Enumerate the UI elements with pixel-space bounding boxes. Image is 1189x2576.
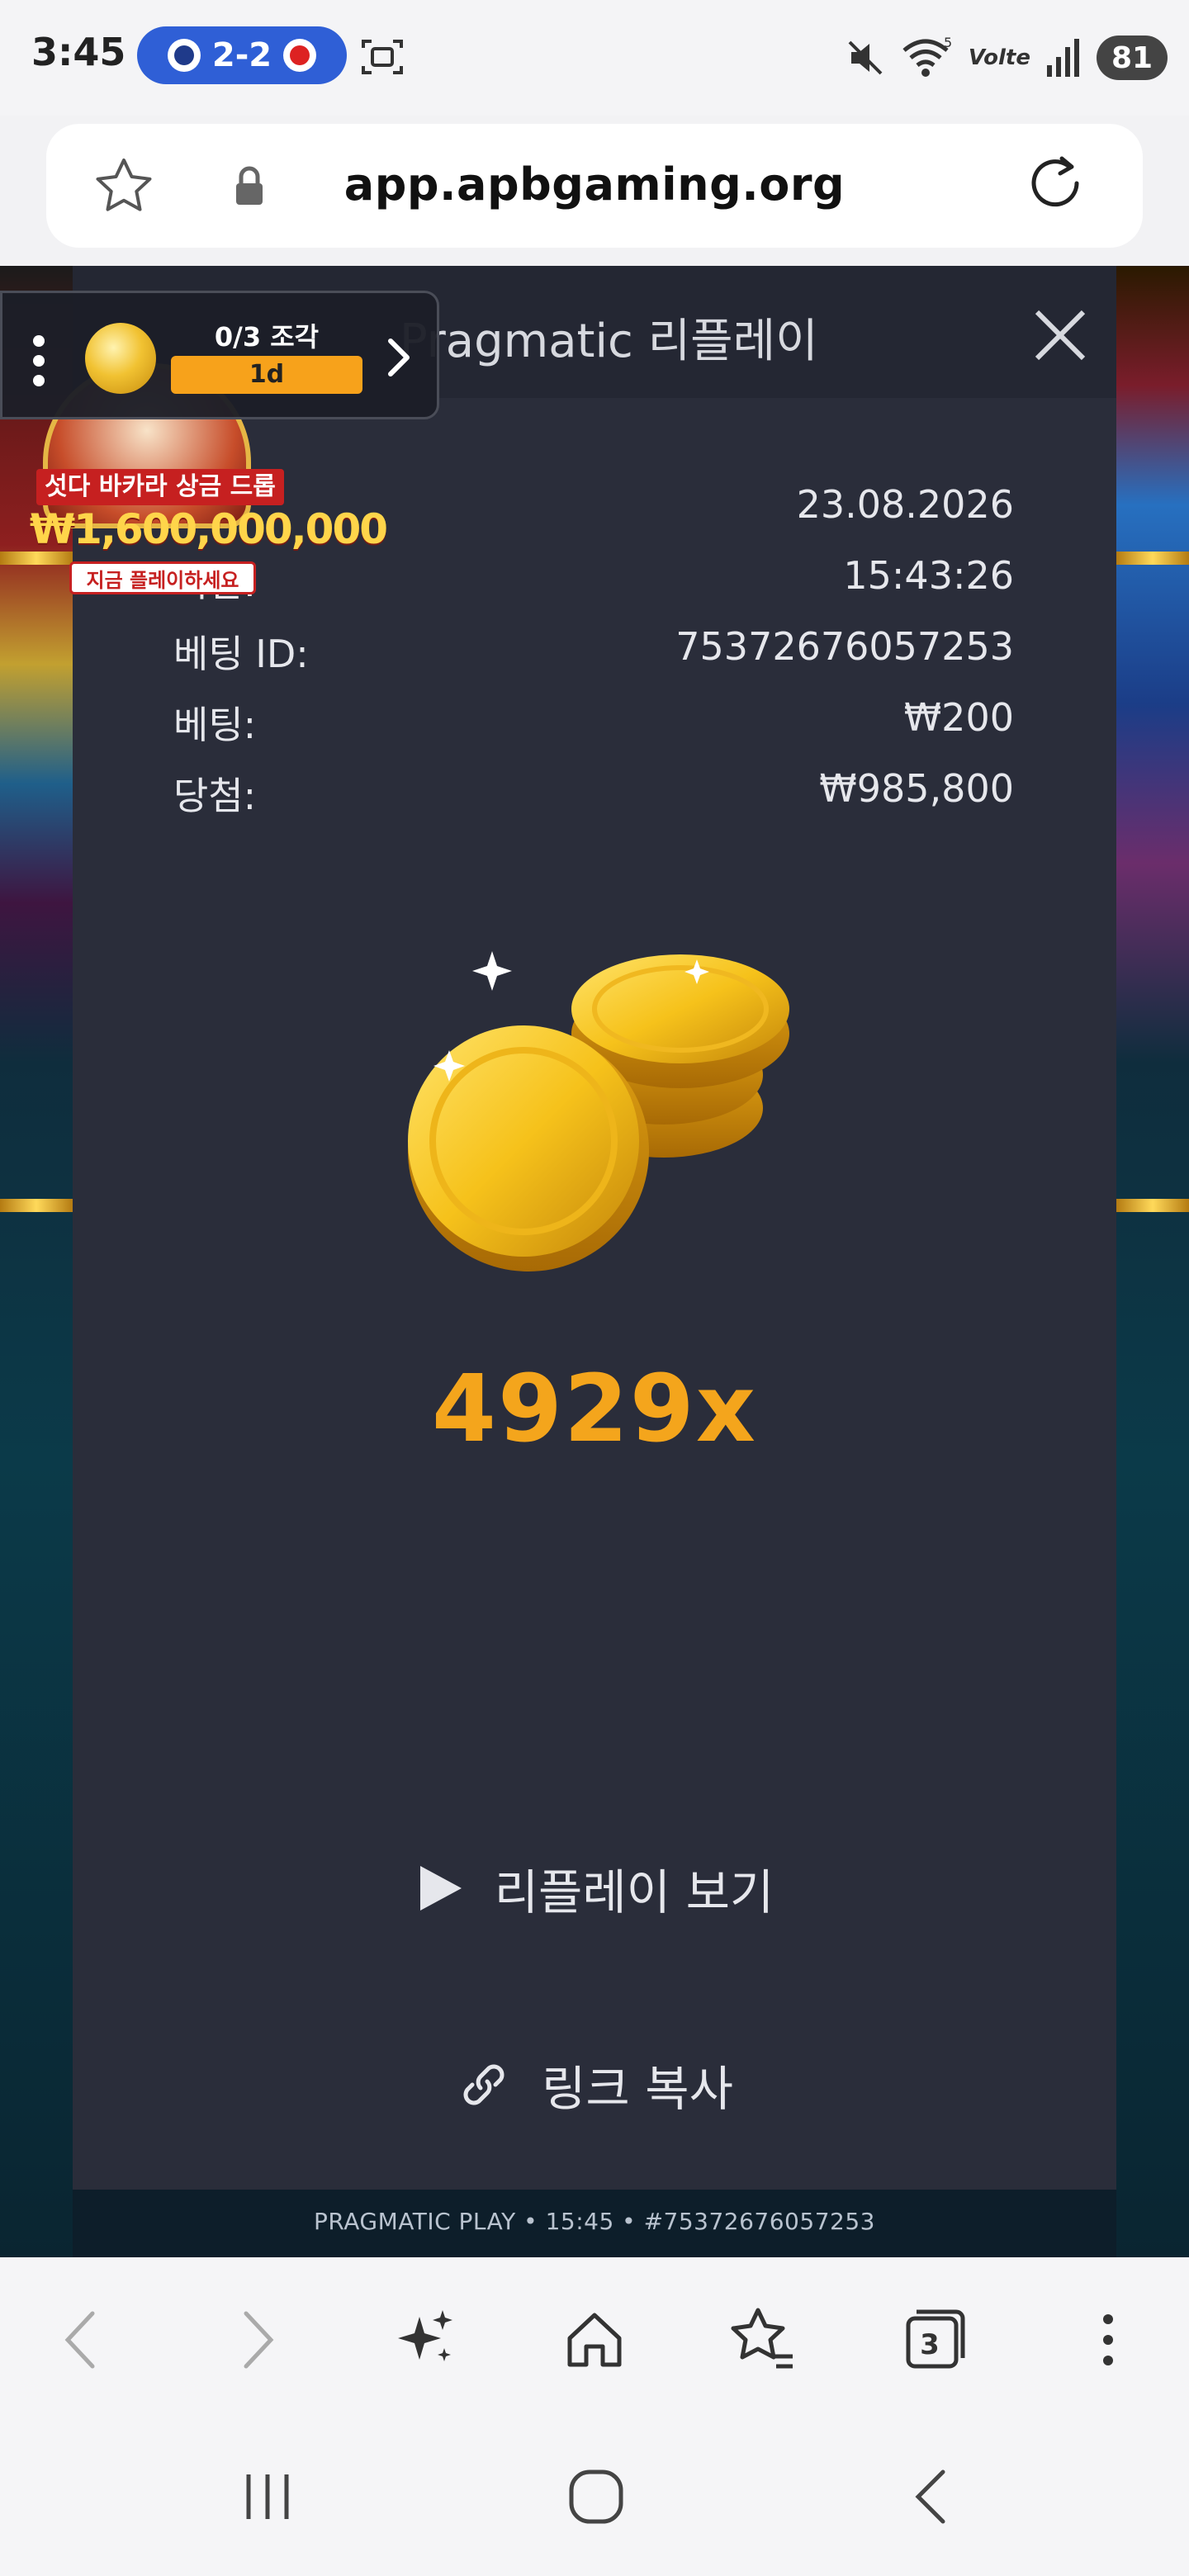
chevron-left-icon <box>64 2311 95 2369</box>
status-bar: 3:45 2-2 5 Volte 81 <box>0 0 1189 116</box>
detail-row-time: 시간: 15:43:26 <box>173 553 1014 624</box>
svg-text:5: 5 <box>944 36 952 50</box>
win-multiplier: 4929x <box>432 1356 757 1463</box>
team-logo-icon <box>167 39 201 72</box>
team-logo-icon <box>283 39 317 72</box>
system-navigation-bar <box>0 2422 1189 2576</box>
detail-value: ₩200 <box>903 695 1014 740</box>
copy-link-button[interactable]: 링크 복사 <box>73 2048 1116 2122</box>
chevron-right-icon <box>244 2311 274 2369</box>
address-bar[interactable]: app.apbgaming.org <box>46 124 1143 248</box>
signal-icon <box>1047 39 1079 77</box>
chevron-right-icon[interactable] <box>382 334 415 381</box>
mute-icon <box>848 40 883 75</box>
forward-button[interactable] <box>216 2299 299 2381</box>
close-icon[interactable] <box>1029 304 1092 367</box>
more-vertical-icon <box>1103 2314 1113 2365</box>
more-options-icon[interactable] <box>32 334 45 387</box>
reel-border <box>1116 1199 1189 1212</box>
bookmarks-button[interactable] <box>722 2299 804 2381</box>
link-icon <box>463 2064 504 2105</box>
detail-label: 당첨: <box>173 774 257 818</box>
battery-indicator: 81 <box>1097 36 1168 80</box>
reel-border <box>1116 552 1189 565</box>
sparkle-icon <box>398 2310 452 2361</box>
play-icon <box>419 1866 462 1911</box>
recent-apps-icon <box>246 2474 289 2519</box>
promo-play-now-button[interactable]: 지금 플레이하세요 <box>69 561 256 594</box>
home-icon <box>567 2313 622 2367</box>
gold-coins-icon <box>408 951 789 1271</box>
detail-label: 베팅 ID: <box>173 632 309 676</box>
ai-assistant-button[interactable] <box>385 2299 467 2381</box>
detail-value: 15:43:26 <box>843 553 1014 598</box>
back-nav-button[interactable] <box>882 2455 981 2538</box>
screenshot-icon <box>362 40 403 74</box>
url-text[interactable]: app.apbgaming.org <box>46 159 1143 211</box>
home-circle-icon <box>569 2469 623 2524</box>
status-icons: 5 Volte 81 <box>845 25 1168 91</box>
tabs-button[interactable]: 3 <box>893 2299 976 2381</box>
wifi-icon: 5 <box>902 36 952 77</box>
promo-amount: ₩1,600,000,000 <box>30 505 388 553</box>
detail-value: ₩985,800 <box>819 766 1014 811</box>
bookmark-star-icon <box>731 2308 793 2369</box>
tabs-count: 3 <box>920 2328 940 2361</box>
home-button[interactable] <box>553 2299 636 2381</box>
watch-replay-label: 리플레이 보기 <box>494 1864 775 1920</box>
coin-icon <box>85 323 156 394</box>
detail-row-win: 당첨: ₩985,800 <box>173 766 1014 837</box>
live-score: 2-2 <box>211 36 272 74</box>
game-footer-info: PRAGMATIC PLAY • 15:45 • #75372676057253 <box>314 2208 875 2235</box>
detail-value: 23.08.2026 <box>796 482 1014 527</box>
fragment-timer: 1d <box>171 356 362 394</box>
status-time: 3:45 <box>31 30 126 74</box>
recent-apps-button[interactable] <box>218 2455 317 2538</box>
detail-row-bet: 베팅: ₩200 <box>173 695 1014 766</box>
copy-link-label: 링크 복사 <box>542 2061 733 2117</box>
detail-row-bet-id: 베팅 ID: 75372676057253 <box>173 624 1014 695</box>
volte-label: Volte <box>968 45 1030 70</box>
reload-icon[interactable] <box>1022 152 1092 221</box>
chevron-left-icon <box>915 2469 945 2524</box>
fragment-progress-widget[interactable]: 0/3 조각 1d <box>0 291 439 419</box>
reel-border <box>0 1199 73 1212</box>
browser-toolbar: 3 <box>0 2257 1189 2422</box>
back-button[interactable] <box>40 2299 122 2381</box>
fragment-count: 0/3 조각 <box>214 321 320 353</box>
home-nav-button[interactable] <box>547 2455 646 2538</box>
live-score-pill[interactable]: 2-2 <box>137 26 347 84</box>
detail-label: 베팅: <box>173 703 257 747</box>
promo-title: 섯다 바카라 상금 드롭 <box>36 469 284 505</box>
detail-value: 75372676057253 <box>675 624 1014 669</box>
menu-button[interactable] <box>1067 2299 1149 2381</box>
modal-title: Pragmatic 리플레이 <box>400 315 818 368</box>
watch-replay-button[interactable]: 리플레이 보기 <box>73 1851 1116 1925</box>
